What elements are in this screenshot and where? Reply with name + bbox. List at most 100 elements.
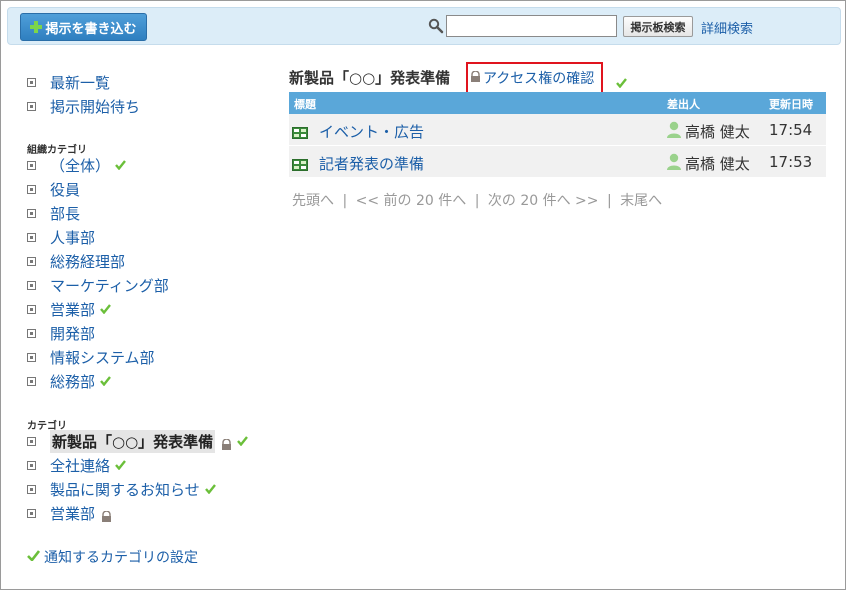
bullet-icon [27,460,36,470]
sender-name[interactable]: 高橋 健太 [685,153,750,174]
sidebar-item-label: 全社連絡 [50,456,111,475]
bullet-icon [27,508,36,518]
column-updated[interactable]: 更新日時 [769,96,813,112]
updated-time: 17:53 [769,153,813,171]
advanced-search-link[interactable]: 詳細検索 [701,18,753,37]
sidebar-item-label: 最新一覧 [50,73,111,92]
sidebar-item-label: 営業部 [50,300,96,319]
pager-separator: | [342,193,348,209]
board-search-label: 掲示板検索 [630,20,686,34]
sidebar-item-label: 営業部 [50,504,96,523]
bullet-icon [27,304,36,314]
sidebar-item-org-4[interactable]: 総務経理部 [27,250,125,272]
sidebar-item-org-2[interactable]: 部長 [27,202,80,224]
check-icon [237,436,249,446]
updated-time: 17:54 [769,121,813,139]
app-window: 掲示を書き込む 掲示板検索 詳細検索 最新一覧 掲示開始待ち 組織カテゴリ （全… [0,0,846,590]
sidebar-item-cat-2[interactable]: 製品に関するお知らせ [27,478,216,500]
bullet-icon [27,77,36,87]
lock-icon [101,508,112,522]
page-title: 新製品「○○」発表準備 [289,69,451,87]
sidebar-item-org-5[interactable]: マーケティング部 [27,274,169,296]
post-title-link[interactable]: イベント・広告 [319,121,424,142]
sidebar-item-label: マーケティング部 [50,276,169,295]
bullet-icon [27,256,36,266]
check-icon [27,549,41,565]
column-sender[interactable]: 差出人 [667,96,700,112]
search-icon [428,18,444,34]
bullet-icon [27,232,36,242]
bullet-icon [27,328,36,338]
search-input[interactable] [446,15,617,37]
sidebar-item-cat-0[interactable]: 新製品「○○」発表準備 [27,429,249,453]
access-rights-link[interactable]: アクセス権の確認 [470,68,594,88]
sender: 高橋 健太 [666,153,750,174]
sidebar-item-label: 掲示開始待ち [50,97,141,116]
post-title-link[interactable]: 記者発表の準備 [319,153,424,174]
sidebar-item-org-9[interactable]: 総務部 [27,370,111,392]
lock-icon [221,436,232,450]
sidebar-item-org-3[interactable]: 人事部 [27,226,95,248]
bullet-icon [27,352,36,362]
check-icon [100,376,111,386]
plus-icon [30,21,43,33]
table-row[interactable]: 記者発表の準備 高橋 健太 17:53 [289,146,826,178]
sidebar-item-label: （全体） [50,156,111,175]
pager-separator: | [474,193,480,209]
write-post-button[interactable]: 掲示を書き込む [20,13,147,41]
sidebar-item-label: 製品に関するお知らせ [50,480,200,499]
pager-prev: << 前の 20 件へ [355,193,467,209]
check-icon [616,73,627,92]
sidebar-item-label: 新製品「○○」発表準備 [50,429,216,453]
sidebar-item-latest[interactable]: 最新一覧 [27,71,110,93]
column-title[interactable]: 標題 [294,96,316,112]
post-icon [292,156,308,175]
bullet-icon [27,101,36,111]
user-icon [666,121,682,142]
sidebar-item-cat-1[interactable]: 全社連絡 [27,454,126,476]
sidebar-item-pending[interactable]: 掲示開始待ち [27,95,140,117]
pager-next: 次の 20 件へ >> [487,193,599,209]
toolbar: 掲示を書き込む 掲示板検索 詳細検索 [7,7,841,45]
table-row[interactable]: イベント・広告 高橋 健太 17:54 [289,114,826,146]
bullet-icon [27,208,36,218]
sidebar-item-org-8[interactable]: 情報システム部 [27,346,155,368]
pager-first: 先頭へ [292,193,334,209]
sidebar-item-org-7[interactable]: 開発部 [27,322,95,344]
sidebar-item-label: 人事部 [50,228,96,247]
bullet-icon [27,160,36,170]
pager-last: 末尾へ [620,193,663,209]
sidebar-item-label: 部長 [50,204,81,223]
sender-name[interactable]: 高橋 健太 [685,121,750,142]
sidebar-item-org-0[interactable]: （全体） [27,154,126,176]
bullet-icon [27,280,36,290]
bullet-icon [27,376,36,386]
bullet-icon [27,184,36,194]
pager-separator: | [606,193,612,209]
write-post-label: 掲示を書き込む [45,21,137,37]
sender: 高橋 健太 [666,121,750,142]
lock-icon [470,70,481,86]
user-icon [666,153,682,174]
post-icon [292,124,308,143]
sidebar-item-label: 開発部 [50,324,96,343]
sidebar-item-label: 総務経理部 [50,252,126,271]
check-icon [100,304,111,314]
sidebar-item-label: 役員 [50,180,81,199]
pagination: 先頭へ | << 前の 20 件へ | 次の 20 件へ >> | 末尾へ [292,190,666,210]
sidebar-item-org-6[interactable]: 営業部 [27,298,111,320]
sidebar-item-label: 総務部 [50,372,96,391]
check-icon [204,484,216,494]
sidebar-item-label: 情報システム部 [50,348,155,367]
table-header: 標題 差出人 更新日時 [289,92,826,114]
check-icon [115,460,126,470]
notify-category-settings-label: 通知するカテゴリの設定 [44,550,198,566]
check-icon [115,160,126,170]
sidebar-item-cat-3[interactable]: 営業部 [27,502,112,524]
sidebar-item-org-1[interactable]: 役員 [27,178,80,200]
bullet-icon [27,484,36,494]
post-table: 標題 差出人 更新日時 イベント・広告 高橋 健太 17:54 記者発表の準備 高橋 健… [289,92,826,178]
board-search-button[interactable]: 掲示板検索 [623,16,693,37]
access-rights-label: アクセス権の確認 [483,71,595,87]
notify-category-settings-link[interactable]: 通知するカテゴリの設定 [27,547,198,567]
